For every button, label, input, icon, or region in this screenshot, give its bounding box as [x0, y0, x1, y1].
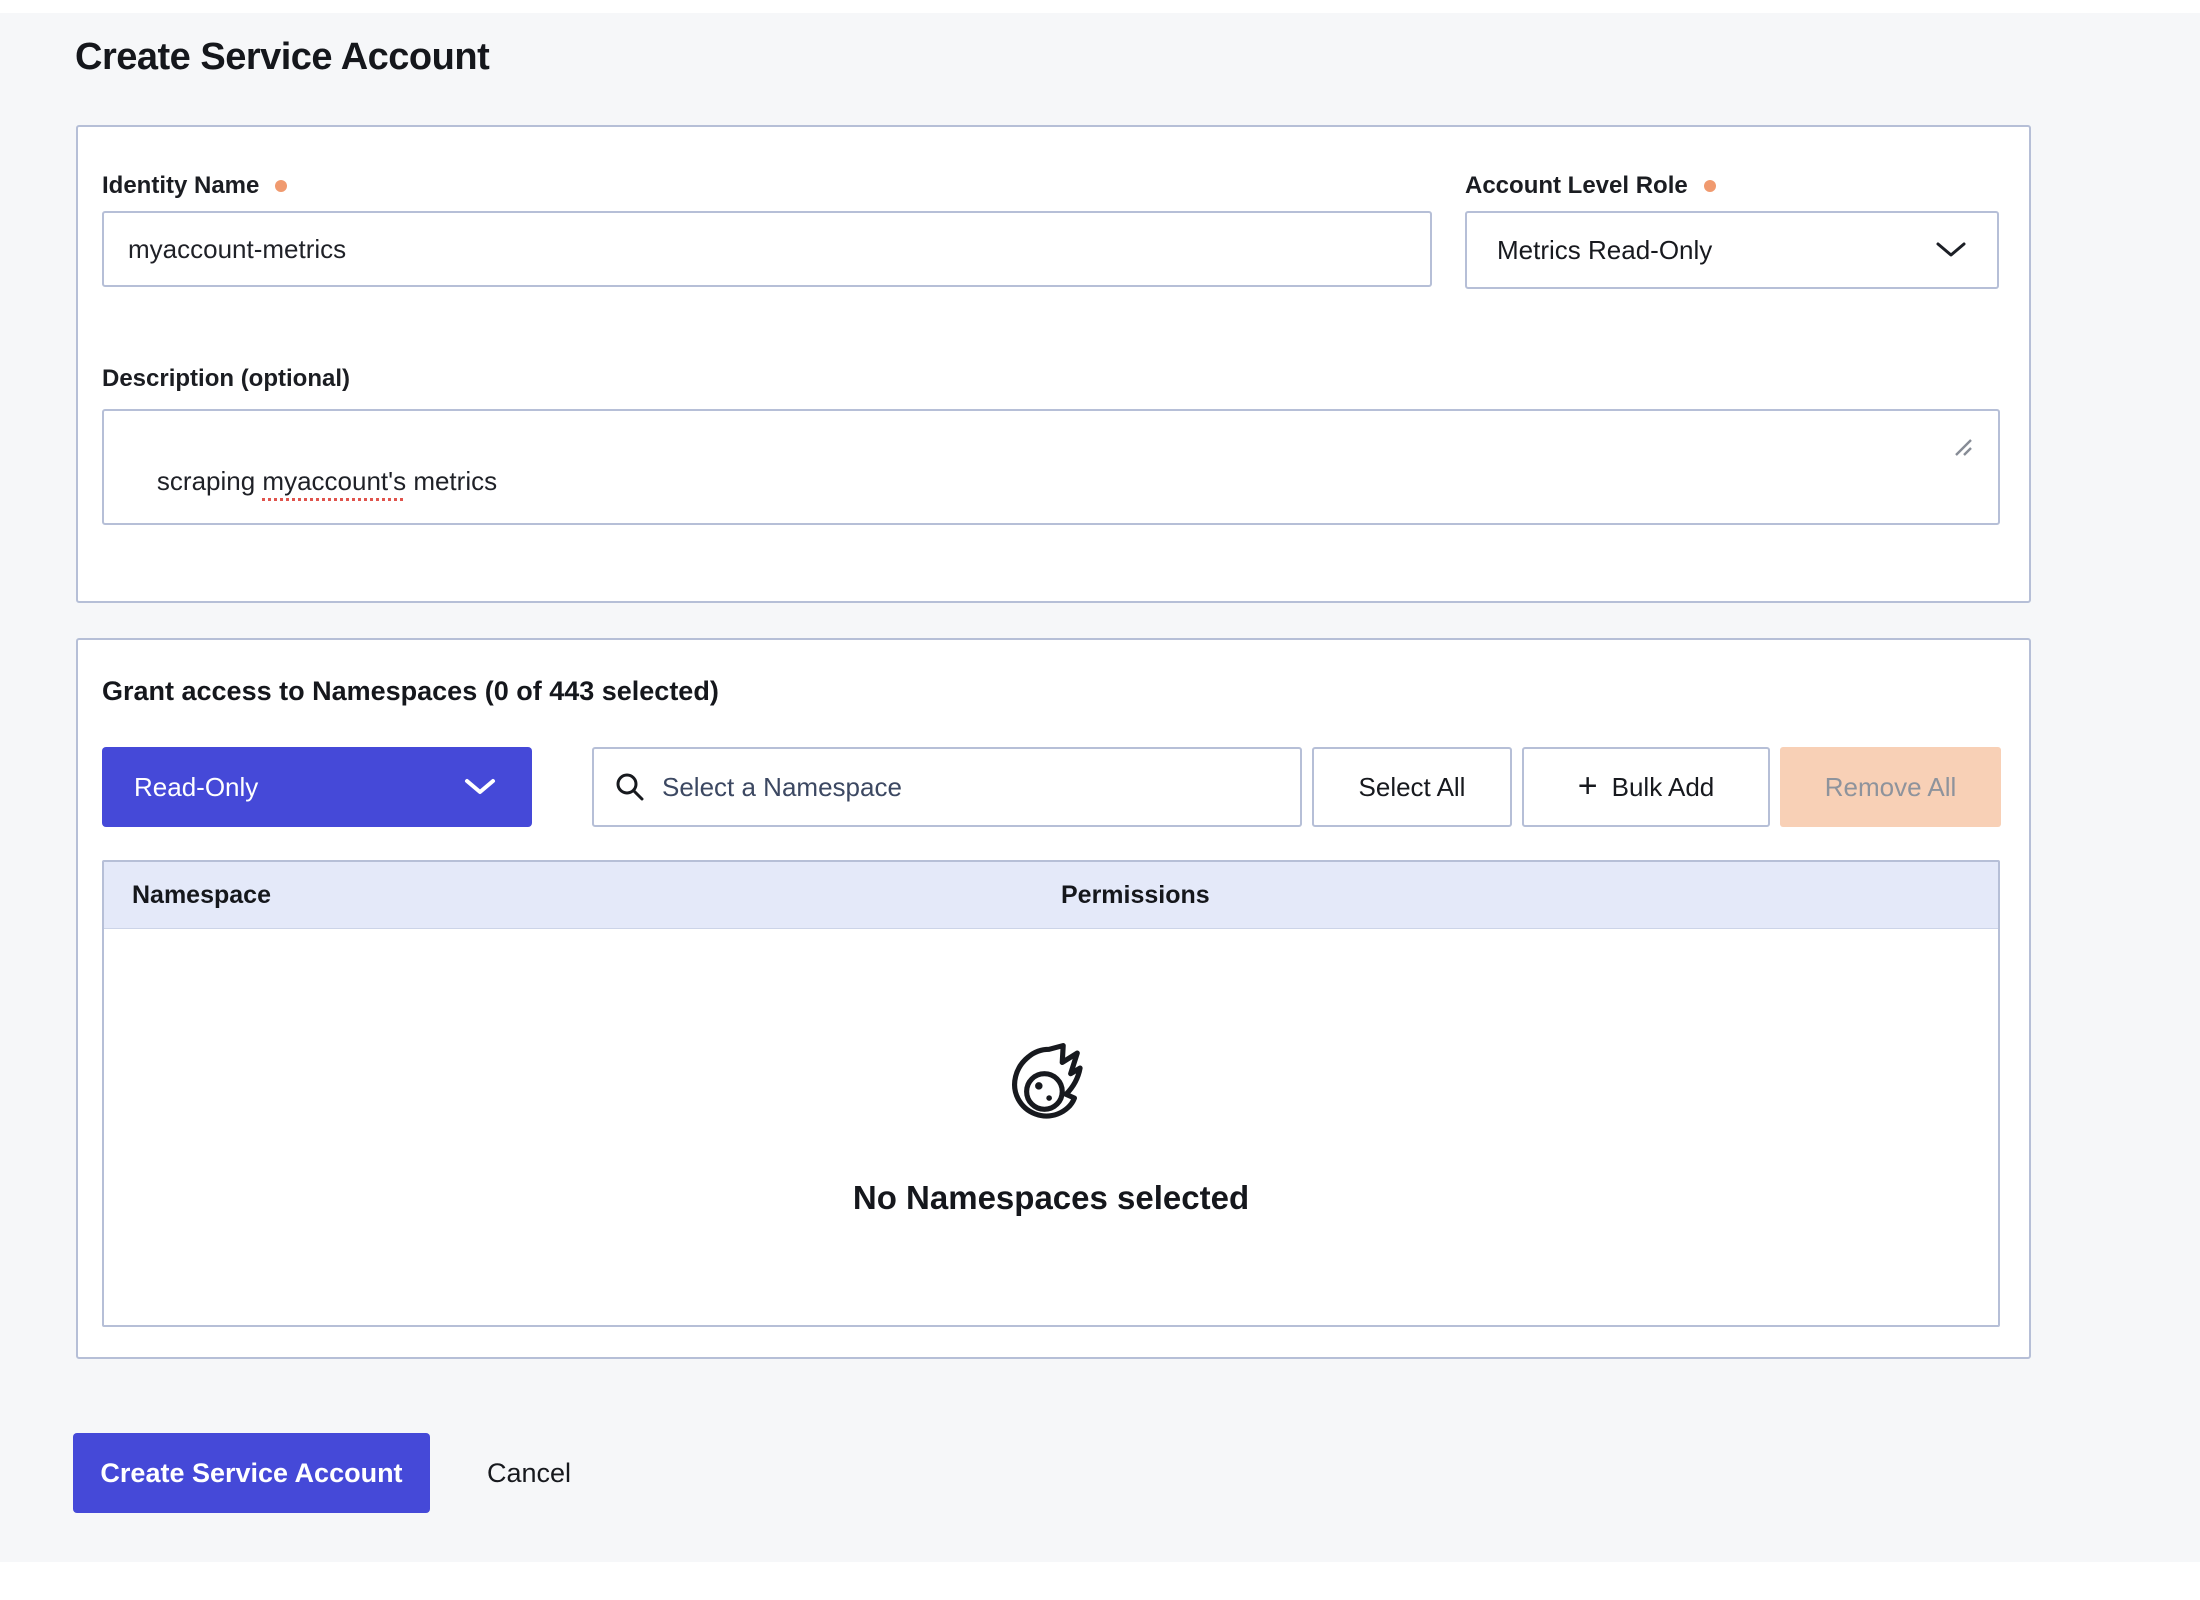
- namespaces-table: Namespace Permissions No Namespaces sele…: [102, 860, 2000, 1327]
- account-level-role-label-row: Account Level Role: [1465, 172, 1716, 200]
- cancel-button[interactable]: Cancel: [462, 1433, 596, 1513]
- description-text: scraping: [157, 466, 263, 496]
- identity-card: Identity Name Account Level Role Metrics…: [76, 125, 2031, 603]
- column-header-namespace: Namespace: [132, 862, 271, 929]
- page-title: Create Service Account: [75, 34, 489, 80]
- remove-all-button[interactable]: Remove All: [1780, 747, 2001, 827]
- resize-handle-icon[interactable]: [1952, 374, 1995, 520]
- comet-icon: [1006, 1039, 1096, 1129]
- create-service-account-button[interactable]: Create Service Account: [73, 1433, 430, 1513]
- bulk-add-button[interactable]: + Bulk Add: [1522, 747, 1770, 827]
- top-strip: [0, 0, 2200, 13]
- description-text: metrics: [406, 466, 497, 496]
- search-icon: [614, 771, 646, 803]
- chevron-down-icon: [1935, 241, 1967, 259]
- identity-name-label: Identity Name: [102, 172, 259, 200]
- bulk-add-label: Bulk Add: [1612, 772, 1715, 803]
- description-label-row: Description (optional): [102, 365, 350, 393]
- remove-all-label: Remove All: [1825, 772, 1957, 803]
- permission-dropdown[interactable]: Read-Only: [102, 747, 532, 827]
- permission-dropdown-label: Read-Only: [134, 772, 258, 803]
- account-level-role-label: Account Level Role: [1465, 172, 1688, 200]
- required-dot-icon: [1704, 180, 1716, 192]
- description-textarea[interactable]: scraping myaccount's metrics: [102, 409, 2000, 525]
- plus-icon: +: [1578, 769, 1598, 803]
- namespace-search-input[interactable]: [662, 772, 1280, 803]
- empty-state-message: No Namespaces selected: [853, 1179, 1249, 1217]
- identity-name-input[interactable]: [102, 211, 1432, 287]
- chevron-down-icon: [464, 778, 496, 796]
- description-misspelled-word: myaccount's: [262, 466, 406, 496]
- namespaces-table-body: No Namespaces selected: [104, 929, 1998, 1327]
- select-all-label: Select All: [1359, 772, 1466, 803]
- identity-name-label-row: Identity Name: [102, 172, 287, 200]
- namespaces-card: Grant access to Namespaces (0 of 443 sel…: [76, 638, 2031, 1359]
- account-level-role-select[interactable]: Metrics Read-Only: [1465, 211, 1999, 289]
- select-all-button[interactable]: Select All: [1312, 747, 1512, 827]
- required-dot-icon: [275, 180, 287, 192]
- account-level-role-value: Metrics Read-Only: [1497, 235, 1712, 266]
- description-label: Description (optional): [102, 365, 350, 393]
- namespaces-table-header: Namespace Permissions: [104, 862, 1998, 929]
- namespaces-heading: Grant access to Namespaces (0 of 443 sel…: [102, 676, 719, 707]
- namespace-search[interactable]: [592, 747, 1302, 827]
- column-header-permissions: Permissions: [1061, 862, 1210, 929]
- bottom-strip: [0, 1562, 2200, 1600]
